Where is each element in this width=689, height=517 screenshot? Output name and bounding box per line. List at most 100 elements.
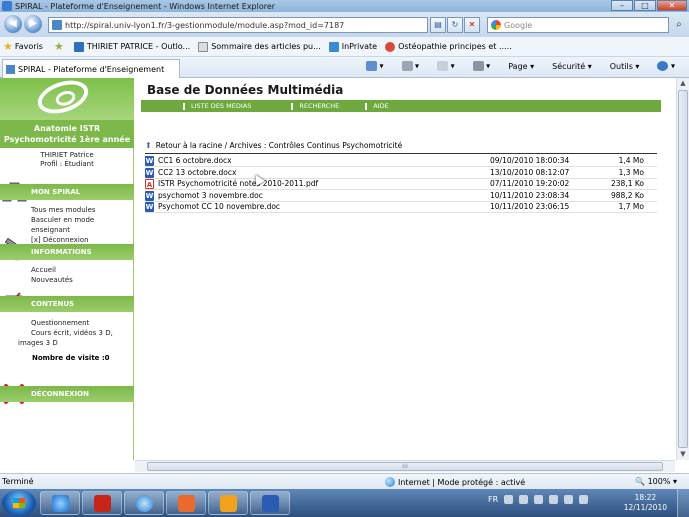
language-indicator[interactable]: FR — [488, 495, 498, 504]
horizontal-scrollbar[interactable]: ⁞⁞⁞ — [135, 460, 675, 472]
osteo-icon — [385, 41, 396, 52]
address-bar[interactable]: http://spiral.univ-lyon1.fr/3-gestionmod… — [48, 17, 428, 33]
tray-icon[interactable] — [549, 495, 559, 504]
file-size: 1,7 Mo — [618, 202, 644, 211]
safety-menu[interactable]: Sécurité ▾ — [543, 62, 592, 71]
favorite-item-osteopathie[interactable]: Ostéopathie principes et ..... — [385, 41, 512, 52]
mail-icon[interactable]: ▾ — [428, 61, 455, 71]
page-icon — [6, 64, 15, 74]
tab-label: SPIRAL - Plateforme d'Enseignement — [18, 64, 165, 74]
favorite-item-inprivate[interactable]: InPrivate — [328, 41, 377, 52]
refresh-icon[interactable]: ↻ — [447, 17, 463, 33]
file-name[interactable]: Psychomot CC 10 novembre.doc — [158, 202, 280, 211]
tray-icon[interactable] — [504, 495, 514, 504]
media-menu: LISTE DES MEDIAS RECHERCHE AIDE — [141, 100, 661, 112]
home-icon[interactable]: ▾ — [357, 61, 384, 71]
file-row[interactable]: A ISTR Psychomotricité notes 2010-2011.p… — [145, 179, 657, 191]
file-size: 1,4 Mo — [618, 156, 644, 165]
taskbar-word[interactable] — [250, 491, 290, 515]
url-text: http://spiral.univ-lyon1.fr/3-gestionmod… — [65, 20, 345, 30]
stop-icon[interactable]: ✕ — [464, 17, 480, 33]
zoom-control[interactable]: 🔍 100% ▾ — [635, 477, 677, 486]
menu-recherche[interactable]: RECHERCHE — [291, 102, 339, 110]
page-title: Base de Données Multimédia — [147, 83, 344, 97]
page-menu[interactable]: Page ▾ — [499, 62, 534, 71]
tools-menu-label: Outils — [609, 61, 633, 71]
tools-menu[interactable]: Outils ▾ — [601, 62, 640, 71]
scroll-down-icon[interactable]: ▼ — [677, 449, 689, 460]
clock[interactable]: 18:22 12/11/2010 — [624, 493, 667, 513]
search-placeholder: Google — [504, 20, 533, 30]
tab-bar: SPIRAL - Plateforme d'Enseignement ▾ ▾ ▾… — [0, 57, 689, 78]
file-date: 10/11/2010 23:08:34 — [490, 190, 570, 200]
globe-icon — [385, 477, 395, 487]
taskbar-ie[interactable] — [40, 491, 80, 515]
forward-button[interactable]: ▶ — [24, 15, 42, 33]
user-info: THIRIET Patrice Profil : Étudiant — [0, 151, 134, 169]
start-button[interactable] — [2, 490, 36, 516]
minimize-button[interactable]: – — [611, 0, 633, 11]
search-input[interactable]: Google — [487, 17, 669, 33]
link-tous-mes-modules[interactable]: Tous mes modules — [31, 205, 133, 215]
menu-liste-des-medias[interactable]: LISTE DES MEDIAS — [183, 102, 251, 110]
vertical-scrollbar[interactable]: ▲ ▼ — [676, 78, 689, 460]
link-accueil[interactable]: Accueil — [31, 265, 73, 275]
taskbar-quicktime[interactable] — [124, 491, 164, 515]
page-icon — [52, 20, 62, 30]
help-icon[interactable]: ▾ — [648, 61, 675, 71]
hscroll-thumb[interactable]: ⁞⁞⁞ — [147, 462, 663, 471]
link-images-3d[interactable]: images 3 D — [18, 338, 113, 348]
volume-icon[interactable] — [579, 495, 589, 504]
visit-count: Nombre de visite :0 — [32, 354, 110, 362]
window-titlebar: SPIRAL - Plateforme d'Enseignement - Win… — [0, 0, 689, 12]
zoom-level: 100% — [647, 477, 671, 486]
maximize-button[interactable]: □ — [634, 0, 656, 11]
tray-icon[interactable] — [564, 495, 574, 504]
file-row[interactable]: W CC2 13 octobre.docx 13/10/2010 08:12:0… — [145, 167, 657, 180]
favorites-button[interactable]: ★ Favoris — [0, 40, 43, 53]
file-name[interactable]: psychomot 3 novembre.doc — [158, 191, 263, 200]
print-icon[interactable]: ▾ — [464, 61, 490, 71]
course-level: Psychomotricité 1ère année — [3, 135, 131, 144]
tab-spiral[interactable]: SPIRAL - Plateforme d'Enseignement — [2, 59, 180, 78]
taskbar-app[interactable] — [166, 491, 206, 515]
word-doc-icon: W — [145, 156, 154, 166]
file-row[interactable]: W psychomot 3 novembre.doc 10/11/2010 23… — [145, 190, 657, 203]
scroll-thumb[interactable] — [678, 90, 688, 448]
menu-aide[interactable]: AIDE — [365, 102, 389, 110]
link-mode-enseignant[interactable]: Basculer en mode enseignant — [31, 215, 133, 235]
favorite-label: THIRIET PATRICE - Outlo... — [86, 42, 191, 51]
link-questionnement[interactable]: Questionnement — [18, 318, 113, 328]
show-desktop-button[interactable] — [677, 489, 689, 517]
file-name[interactable]: CC1 6 octobre.docx — [158, 156, 232, 165]
file-name[interactable]: CC2 13 octobre.docx — [158, 168, 236, 177]
breadcrumb[interactable]: ⬆ Retour à la racine / Archives : Contrôl… — [145, 141, 657, 154]
file-row[interactable]: W Psychomot CC 10 novembre.doc 10/11/201… — [145, 202, 657, 214]
link-cours-ecrit[interactable]: Cours écrit, vidéos 3 D, — [18, 328, 113, 338]
file-date: 10/11/2010 23:06:15 — [490, 202, 570, 211]
taskbar: FR 18:22 12/11/2010 — [0, 489, 689, 517]
taskbar-acrobat[interactable] — [82, 491, 122, 515]
rss-icon[interactable]: ▾ — [393, 61, 419, 71]
link-nouveautes[interactable]: Nouveautés — [31, 275, 73, 285]
window-title: SPIRAL - Plateforme d'Enseignement - Win… — [15, 1, 276, 11]
back-button[interactable]: ◀ — [4, 15, 22, 33]
address-toolbar: ◀ ▶ http://spiral.univ-lyon1.fr/3-gestio… — [0, 12, 689, 37]
add-favorite-icon[interactable]: ★ — [51, 40, 66, 53]
file-row[interactable]: W CC1 6 octobre.docx 09/10/2010 18:00:34… — [145, 156, 657, 168]
file-name[interactable]: ISTR Psychomotricité notes 2010-2011.pdf — [158, 179, 318, 188]
favorite-item-outlook[interactable]: THIRIET PATRICE - Outlo... — [73, 41, 191, 52]
tray-icon[interactable] — [519, 495, 529, 504]
compatibility-icon[interactable]: ▤ — [430, 17, 446, 33]
tray-icon[interactable] — [534, 495, 544, 504]
scroll-up-icon[interactable]: ▲ — [677, 78, 689, 89]
section-deconnexion[interactable]: DÉCONNEXION — [0, 386, 134, 402]
security-zone[interactable]: Internet | Mode protégé : activé — [385, 477, 525, 487]
course-name: Anatomie ISTR — [33, 124, 101, 133]
course-title: Anatomie ISTR Psychomotricité 1ère année — [0, 120, 134, 148]
menu-label: AIDE — [373, 102, 389, 110]
taskbar-media-player[interactable] — [208, 491, 248, 515]
close-button[interactable]: ✕ — [657, 0, 687, 11]
favorite-item-sommaire[interactable]: Sommaire des articles pu... — [198, 41, 321, 52]
search-icon[interactable]: ⌕ — [671, 17, 687, 33]
